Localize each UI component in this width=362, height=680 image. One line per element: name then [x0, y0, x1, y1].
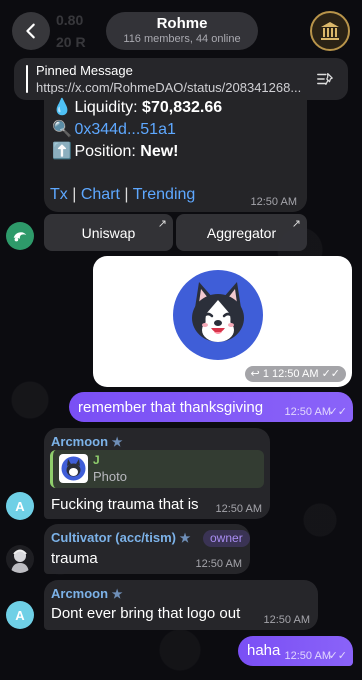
incoming-message[interactable]: Cultivator (acc/tism) ★ owner trauma 12:… — [44, 524, 250, 574]
position-line: ⬆️ Position: New! — [52, 142, 179, 162]
chat-avatar[interactable] — [310, 11, 350, 51]
up-arrow-icon: ⬆️ — [52, 143, 72, 160]
trending-link[interactable]: Trending — [133, 186, 196, 203]
token-address-link[interactable]: 0x344d...51a1 — [74, 121, 175, 138]
sender-avatar[interactable]: A — [6, 601, 34, 629]
star-badge-icon: ★ — [111, 587, 123, 601]
bust-statue-icon — [11, 549, 29, 573]
owner-badge: owner — [203, 530, 250, 547]
aggregator-button[interactable]: Aggregator ↗ — [176, 214, 307, 251]
message-text: remember that thanksgiving — [78, 399, 264, 416]
sender-avatar[interactable] — [6, 545, 34, 573]
sender-name[interactable]: Arcmoon ★ — [51, 434, 122, 450]
ghost-text-1: 0.80 — [56, 12, 84, 28]
reply-thumbnail — [59, 454, 88, 483]
position-value: New! — [140, 143, 179, 160]
message-time: 12:50 AM — [284, 406, 331, 418]
chart-link[interactable]: Chart — [81, 186, 120, 203]
star-badge-icon: ★ — [111, 435, 123, 449]
reply-count: 1 — [262, 368, 269, 380]
message-time: 12:50 AM — [284, 650, 331, 662]
message-time: 12:50 AM — [250, 196, 297, 208]
reply-arrow-icon: ↩ — [250, 368, 260, 380]
chat-name: Rohme — [156, 15, 208, 32]
incoming-message[interactable]: Arcmoon ★ J Photo Fucking trauma that is… — [44, 428, 270, 519]
outgoing-message[interactable]: haha 12:50 AM ✓✓ — [238, 636, 353, 666]
message-text: trauma — [51, 550, 98, 567]
double-check-icon: ✓✓ — [328, 406, 347, 418]
chat-title[interactable]: Rohme 116 members, 44 online — [106, 12, 258, 50]
address-line: 🔍 0x344d...51a1 — [52, 120, 176, 140]
sender-name-text: Cultivator (acc/tism) — [51, 530, 176, 545]
droplet-icon: 💧 — [52, 99, 72, 116]
swirl-logo-icon — [13, 232, 27, 242]
chat-members-status: 116 members, 44 online — [123, 33, 241, 45]
aggregator-button-label: Aggregator — [206, 224, 277, 241]
sender-name[interactable]: Arcmoon ★ — [51, 586, 122, 602]
liquidity-line: 💧 Liquidity: $70,832.66 — [52, 98, 222, 118]
message-time: 12:50 AM — [263, 614, 310, 626]
back-button[interactable] — [12, 12, 50, 50]
uniswap-button[interactable]: Uniswap ↗ — [44, 214, 173, 251]
sender-name-text: Arcmoon — [51, 434, 109, 449]
external-arrow-icon: ↗ — [291, 218, 301, 230]
reply-text: Photo — [93, 469, 127, 484]
sender-avatar[interactable]: A — [6, 492, 34, 520]
position-label: Position: — [74, 143, 141, 160]
external-arrow-icon: ↗ — [157, 218, 167, 230]
message-time: 12:50 AM — [272, 368, 319, 380]
bot-avatar[interactable] — [6, 222, 34, 250]
pinned-indicator — [26, 65, 28, 93]
magnifier-icon: 🔍 — [52, 121, 72, 138]
reply-preview[interactable]: J Photo — [50, 450, 264, 488]
husky-thumbnail-icon — [61, 456, 86, 481]
message-text: Fucking trauma that is — [51, 496, 199, 513]
photo-meta: ↩ 1 12:50 AM ✓✓ — [244, 366, 346, 382]
husky-logo-image — [173, 270, 263, 360]
bot-links-row: Tx | Chart | Trending — [50, 186, 196, 203]
husky-dog-icon — [192, 282, 244, 342]
liquidity-value: $70,832.66 — [142, 99, 223, 116]
message-time: 12:50 AM — [215, 503, 262, 515]
message-time: 12:50 AM — [195, 558, 242, 570]
incoming-message[interactable]: Arcmoon ★ Dont ever bring that logo out … — [44, 580, 318, 630]
message-text: haha — [247, 642, 281, 659]
message-text: Dont ever bring that logo out — [51, 605, 241, 622]
bot-message-bubble: 💧 Liquidity: $70,832.66 🔍 0x344d...51a1 … — [44, 94, 307, 212]
uniswap-button-label: Uniswap — [81, 224, 136, 241]
temple-logo-icon — [321, 22, 339, 40]
double-check-icon: ✓✓ — [328, 650, 347, 662]
liquidity-label: Liquidity: — [74, 99, 143, 116]
photo-message[interactable]: ↩ 1 12:50 AM ✓✓ — [93, 256, 352, 387]
outgoing-message[interactable]: remember that thanksgiving 12:50 AM ✓✓ — [69, 392, 353, 422]
pinned-label: Pinned Message — [36, 63, 133, 78]
sender-name[interactable]: Cultivator (acc/tism) ★ — [51, 530, 190, 546]
double-check-icon: ✓✓ — [321, 368, 340, 380]
pin-list-icon[interactable] — [316, 70, 334, 88]
ghost-text-2: 20 R — [56, 34, 86, 50]
star-badge-icon: ★ — [179, 531, 191, 545]
tx-link[interactable]: Tx — [50, 186, 68, 203]
chevron-left-icon — [26, 23, 35, 39]
sender-name-text: Arcmoon — [51, 586, 109, 601]
reply-sender: J — [93, 453, 100, 467]
